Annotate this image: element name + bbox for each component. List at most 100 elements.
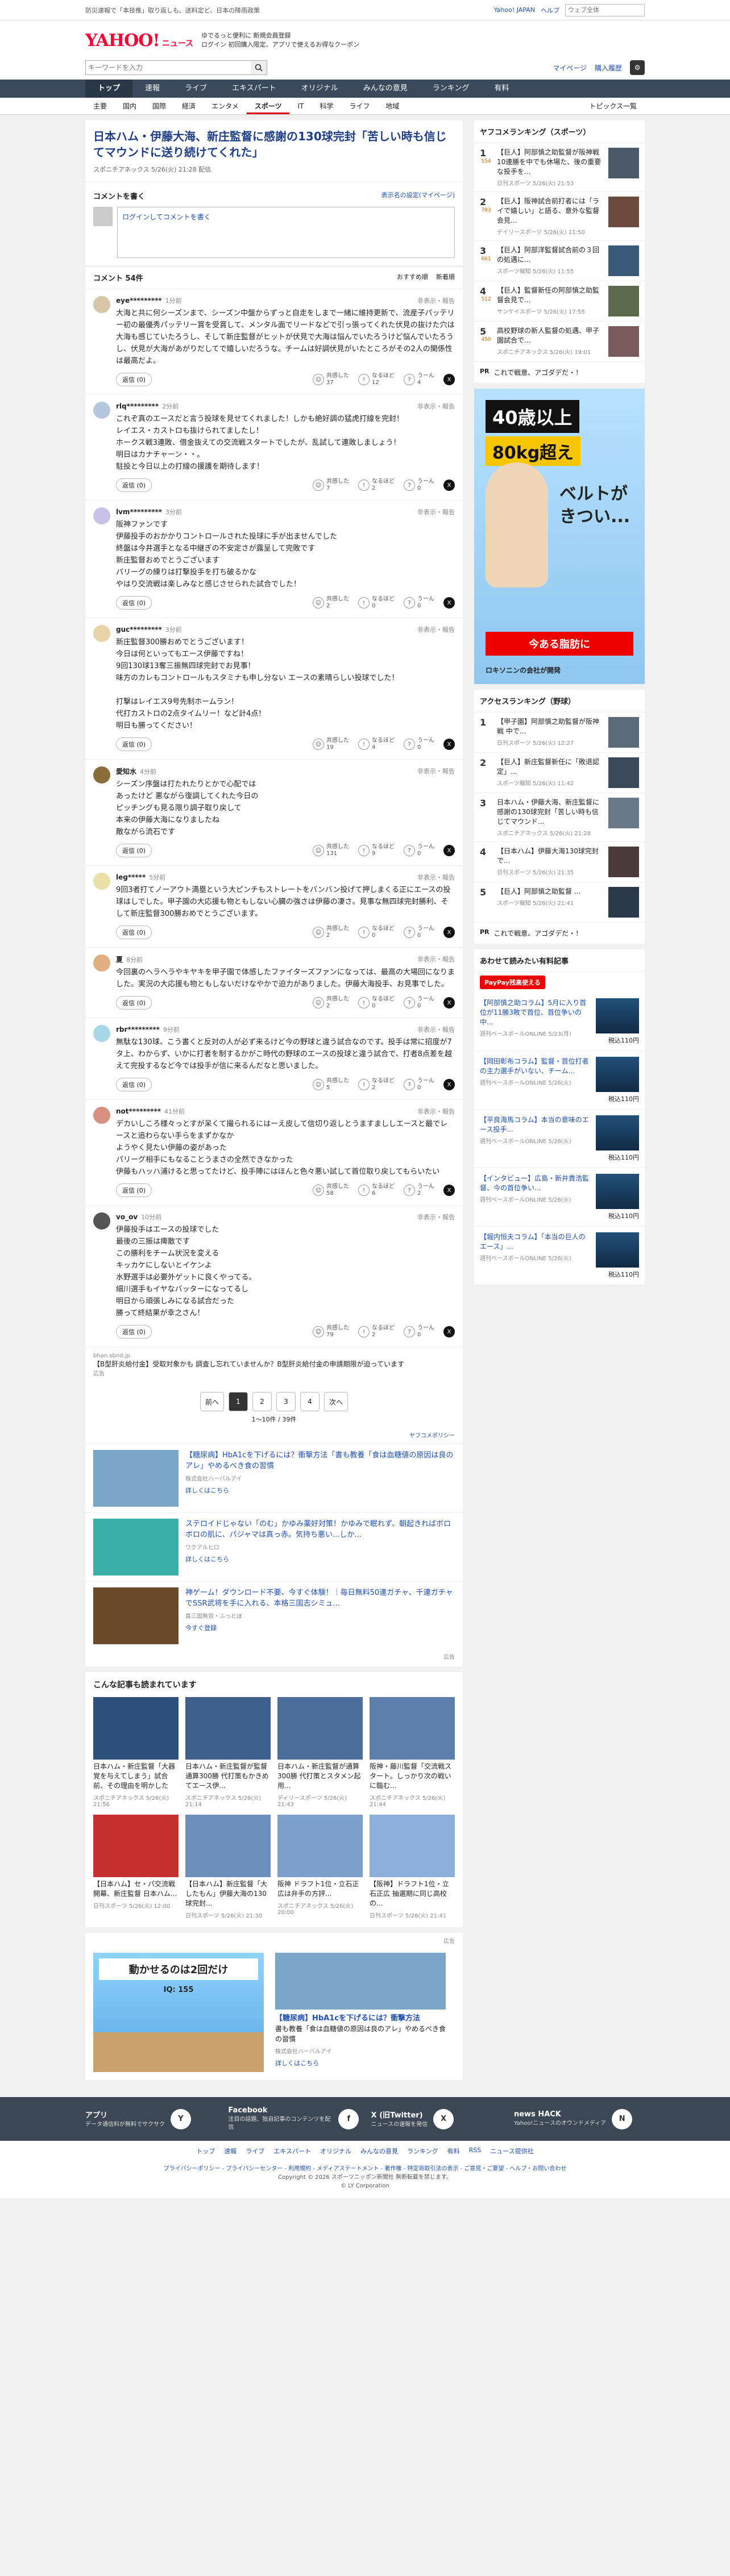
diabetes-ad-title[interactable]: 【糖尿病】HbA1cを下げるには？衝撃方法 (275, 2013, 446, 2024)
inline-ad[interactable]: bhan.sbnd.jp 【B型肝炎給付金】受取対象かも 調査し忘れていませんか… (85, 1347, 463, 1383)
footer-link[interactable]: オリジナル (320, 2146, 351, 2156)
report-link[interactable]: 非表示・報告 (417, 954, 455, 964)
promo-link[interactable]: 詳しくはこちら (185, 1486, 455, 1495)
nav-ranking[interactable]: ランキング (420, 80, 482, 98)
pager-prev[interactable]: 前へ (200, 1392, 224, 1411)
ad-text[interactable]: 【B型肝炎給付金】受取対象かも 調査し忘れていませんか？B型肝炎給付金の申請期限… (93, 1359, 455, 1369)
related-item[interactable]: 【阪神】ドラフト1位・立石正広 抽選期に同じ高校の... 日刊スポーツ 5/26(… (370, 1815, 455, 1919)
related-title[interactable]: 日本ハム・新庄監督が通算300勝 代打策とスタメン起用... (277, 1762, 363, 1791)
paid-article-item[interactable]: 【インタビュー】広島・新井貴浩監督、今の首位争い... 週刊ベースボールONLIN… (474, 1168, 645, 1227)
nav-live[interactable]: ライブ (172, 80, 219, 98)
footer-social-item[interactable]: Facebook 注目の話題、独自記事のコンテンツを配信 f (228, 2106, 359, 2132)
footer-link[interactable]: エキスパート (273, 2146, 311, 2156)
promo-item[interactable]: 神ゲーム！ダウンロード不要、今すぐ体験！｜毎日無料50連ガチャ、千連ガチャでSS… (85, 1581, 463, 1650)
rank-title[interactable]: 【日本ハム】伊藤大海130球完封で... (497, 847, 604, 866)
comment-user[interactable]: lvm********* (116, 508, 162, 516)
react-empathy-button[interactable]: ☺ 共感した 7 (313, 478, 349, 492)
side-ranking-item[interactable]: 5 450 高校野球の新人監督の処遇、甲子園試合で... スポニチアネックス 5/26… (474, 322, 645, 362)
report-link[interactable]: 非表示・報告 (417, 766, 455, 776)
game-ad[interactable]: 動かせるのは2回だけ IQ: 155 (93, 1953, 264, 2072)
react-hmm-button[interactable]: ? うーん 0 (404, 478, 434, 492)
side-access-item[interactable]: 2 【巨人】新庄監督新任に「敗退認定」... スポーツ報知 5/26(火) 11:4… (474, 753, 645, 793)
rank-title[interactable]: 高校野球の新人監督の処遇、甲子園試合で... (497, 326, 604, 345)
reply-button[interactable]: 返信 (0) (116, 996, 152, 1010)
nav-paid[interactable]: 有料 (482, 80, 521, 98)
cat-life[interactable]: ライフ (341, 98, 378, 114)
reply-button[interactable]: 返信 (0) (116, 596, 152, 610)
pr-text[interactable]: これで戦意、アゴダデだ・！ (494, 928, 583, 938)
related-title[interactable]: 【日本ハム】セ・パ交流戦開幕、新庄監督 日本ハム... (93, 1879, 179, 1899)
signup-line[interactable]: ゆでるっと便利に 新規会員登録 (201, 31, 359, 40)
react-empathy-button[interactable]: ☺ 共感した 19 (313, 737, 349, 751)
react-hmm-button[interactable]: ? うーん 0 (404, 1078, 434, 1091)
shop-title[interactable]: 【平良海馬コラム】本当の意味のエース投手... (480, 1115, 591, 1135)
reply-button[interactable]: 返信 (0) (116, 926, 152, 939)
promo-link[interactable]: 今すぐ登録 (185, 1623, 455, 1632)
x-share-icon[interactable]: X (443, 374, 455, 385)
cat-domestic[interactable]: 国内 (115, 98, 144, 114)
cat-local[interactable]: 地域 (378, 98, 407, 114)
related-item[interactable]: 日本ハム・新庄監督「大器覚を与えてしまう」試合前、その理由を明かした スポニチアネ… (93, 1697, 179, 1808)
footer-social-item[interactable]: news HACK Yahoo!ニュースのオウンドメディア N (514, 2106, 645, 2132)
react-empathy-button[interactable]: ☺ 共感した 5 (313, 1078, 349, 1091)
related-title[interactable]: 日本ハム・新庄監督が監督通算300勝 代打策もかきめてエース伊... (185, 1762, 271, 1791)
shop-title[interactable]: 【阿部慎之助コラム】5月に入り首位が11勝3敗で首位、首位争いの中... (480, 998, 591, 1027)
sort-newest[interactable]: 新着順 (436, 272, 455, 283)
report-link[interactable]: 非表示・報告 (417, 1107, 455, 1116)
react-hmm-button[interactable]: ? うーん 0 (404, 737, 434, 751)
report-link[interactable]: 非表示・報告 (417, 873, 455, 882)
react-insight-button[interactable]: ! なるほど 2 (358, 478, 395, 492)
footer-social-item[interactable]: アプリ データ通信料が無料でサクサク Y (85, 2106, 216, 2132)
cat-entertainment[interactable]: エンタメ (204, 98, 247, 114)
reply-button[interactable]: 返信 (0) (116, 1078, 152, 1091)
promo-item[interactable]: ステロイドじゃない「のむ」かゆみ薬好対策！かゆみで眠れず、朝起きればボロボロの肌… (85, 1512, 463, 1581)
search-icon[interactable] (251, 61, 267, 74)
cat-economy[interactable]: 経済 (174, 98, 204, 114)
report-link[interactable]: 非表示・報告 (417, 507, 455, 516)
sort-recommended[interactable]: おすすめ順 (397, 272, 428, 283)
react-insight-button[interactable]: ! なるほど 2 (358, 1325, 395, 1339)
x-share-icon[interactable]: X (443, 1185, 455, 1196)
react-hmm-button[interactable]: ? うーん 0 (404, 996, 434, 1010)
shop-title[interactable]: 【堀内恒夫コラム】「本当の巨人のエース」... (480, 1232, 591, 1252)
side-access-pr[interactable]: PR これで戦意、アゴダデだ・！ (474, 923, 645, 944)
yahoo-news-logo[interactable]: YAHOO! ニュース (85, 31, 193, 51)
mypage-link[interactable]: マイページ (553, 63, 587, 73)
promo-link[interactable]: 詳しくはこちら (185, 1554, 455, 1564)
login-line[interactable]: ログイン 初回購入限定、アプリで使えるお得なクーポン (201, 40, 359, 49)
gear-icon[interactable]: ⚙ (630, 60, 645, 75)
react-empathy-button[interactable]: ☺ 共感した 37 (313, 373, 349, 386)
react-insight-button[interactable]: ! なるほど 6 (358, 1183, 395, 1197)
react-insight-button[interactable]: ! なるほど 0 (358, 596, 395, 610)
footer-link[interactable]: 有料 (447, 2146, 460, 2156)
react-insight-button[interactable]: ! なるほど 4 (358, 737, 395, 751)
diabetes-ad-link[interactable]: 詳しくはこちら (275, 2058, 446, 2068)
shop-title[interactable]: 【岡田彰布コラム】監督・首位打者の主力選手がいない、チーム... (480, 1057, 591, 1076)
comment-user[interactable]: not********* (116, 1107, 161, 1115)
rank-title[interactable]: 【巨人】新庄監督新任に「敗退認定」... (497, 757, 604, 777)
yahoo-japan-link[interactable]: Yahoo! JAPAN (493, 6, 535, 14)
footer-link[interactable]: トップ (196, 2146, 215, 2156)
x-share-icon[interactable]: X (443, 997, 455, 1008)
paid-article-item[interactable]: 【平良海馬コラム】本当の意味のエース投手... 週刊ベースボールONLINE 5/… (474, 1110, 645, 1168)
report-link[interactable]: 非表示・報告 (417, 1212, 455, 1222)
react-empathy-button[interactable]: ☺ 共感した 58 (313, 1183, 349, 1197)
pager-page-2[interactable]: 2 (252, 1392, 272, 1411)
related-title[interactable]: 【日本ハム】新庄監督「大したもん」伊藤大海の130球完封... (185, 1879, 271, 1908)
react-hmm-button[interactable]: ? うーん 4 (404, 373, 434, 386)
pager-page-1[interactable]: 1 (229, 1392, 248, 1411)
rank-title[interactable]: 日本ハム・伊藤大海、新庄監督に感謝の130球完封「苦しい時も信じてマウンド... (497, 798, 604, 827)
react-insight-button[interactable]: ! なるほど 0 (358, 996, 395, 1010)
related-item[interactable]: 阪神 ドラフト1位・立石正広は弁手の方評... スポニチアネックス 5/26(火)… (277, 1815, 363, 1919)
cat-science[interactable]: 科学 (312, 98, 341, 114)
cat-sports[interactable]: スポーツ (246, 98, 290, 114)
comment-user[interactable]: vo_ov (116, 1213, 138, 1221)
side-ranking-item[interactable]: 3 661 【巨人】阿部洋監督試合前の３回の処遇に... スポーツ報知 5/26(火)… (474, 241, 645, 281)
comment-user[interactable]: rbr********* (116, 1026, 160, 1033)
comment-user[interactable]: 愛知水 (116, 768, 136, 776)
reply-button[interactable]: 返信 (0) (116, 1325, 152, 1339)
related-item[interactable]: 日本ハム・新庄監督が通算300勝 代打策とスタメン起用... ディリースポーツ 5… (277, 1697, 363, 1808)
promo-title[interactable]: 【糖尿病】HbA1cを下げるには？衝撃方法「書も教養「食は血糖値の原因は良のアレ… (185, 1450, 455, 1472)
react-empathy-button[interactable]: ☺ 共感した 2 (313, 996, 349, 1010)
react-empathy-button[interactable]: ☺ 共感した 79 (313, 1325, 349, 1339)
